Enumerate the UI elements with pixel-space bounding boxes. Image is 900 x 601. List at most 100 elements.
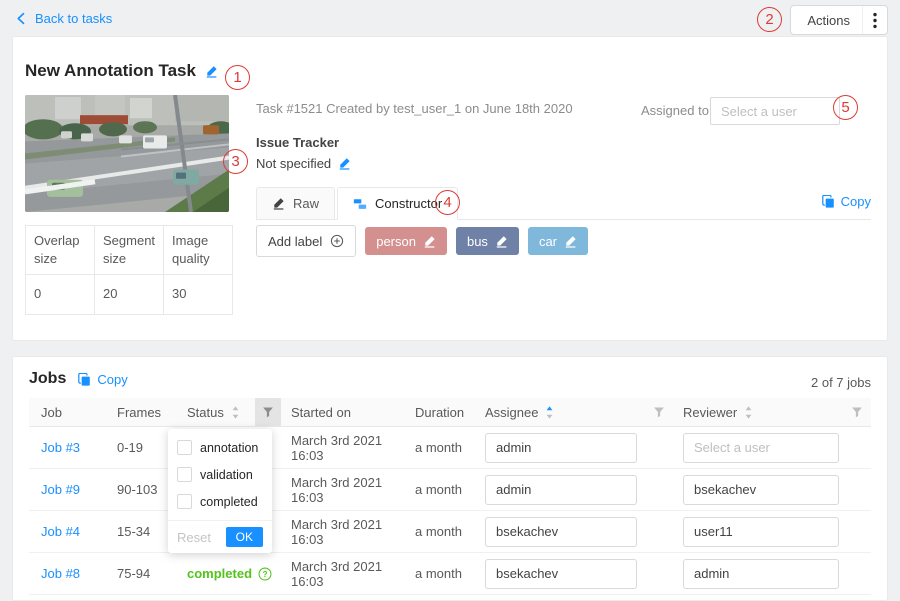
- tab-raw[interactable]: Raw: [256, 187, 335, 220]
- column-assignee[interactable]: Assignee: [479, 398, 673, 426]
- annotation-marker-5: 5: [833, 95, 858, 120]
- started-cell: March 3rd 2021 16:03: [287, 475, 411, 505]
- started-cell: March 3rd 2021 16:03: [287, 559, 411, 589]
- copy-icon: [822, 195, 835, 208]
- question-circle-icon[interactable]: ?: [258, 567, 272, 581]
- edit-label-bus-icon[interactable]: [495, 235, 508, 248]
- plus-circle-icon: [330, 234, 344, 248]
- edit-label-person-icon[interactable]: [423, 235, 436, 248]
- reviewer-input[interactable]: [683, 517, 839, 547]
- job-link[interactable]: Job #4: [29, 524, 113, 539]
- duration-cell: a month: [411, 440, 479, 455]
- duration-cell: a month: [411, 482, 479, 497]
- back-to-tasks-link[interactable]: Back to tasks: [15, 11, 112, 26]
- reviewer-filter-icon[interactable]: [851, 406, 863, 418]
- add-label-text: Add label: [268, 234, 322, 249]
- copy-labels-link[interactable]: Copy: [822, 194, 871, 209]
- jobs-card: Jobs Copy 2 of 7 jobs Job Frames Status …: [12, 356, 888, 601]
- copy-jobs-link[interactable]: Copy: [78, 372, 127, 387]
- column-reviewer-label: Reviewer: [683, 405, 737, 420]
- segment-size-value: 20: [95, 275, 164, 314]
- annotation-marker-2: 2: [757, 7, 782, 32]
- table-row: Job #4 15-34 March 3rd 2021 16:03 a mont…: [29, 511, 871, 553]
- frames-cell: 75-94: [113, 566, 183, 581]
- column-started-on: Started on: [287, 398, 411, 426]
- image-quality-value: 30: [164, 275, 233, 314]
- assignee-input[interactable]: [485, 475, 637, 505]
- filter-option-completed[interactable]: completed: [168, 488, 272, 515]
- label-tag-person[interactable]: person: [365, 227, 447, 255]
- annotation-marker-4: 4: [435, 190, 460, 215]
- actions-label: Actions: [791, 13, 862, 28]
- actions-button[interactable]: Actions: [790, 5, 888, 35]
- overlap-size-value: 0: [26, 275, 95, 314]
- filter-reset-button[interactable]: Reset: [177, 530, 211, 545]
- status-filter-cell[interactable]: [251, 398, 287, 426]
- table-row: Job #3 0-19 March 3rd 2021 16:03 a month: [29, 427, 871, 469]
- table-row: Job #8 75-94 completed ? March 3rd 2021 …: [29, 553, 871, 595]
- more-vertical-icon[interactable]: [862, 6, 887, 34]
- label-tag-car[interactable]: car: [528, 227, 588, 255]
- back-chevron-icon: [15, 12, 28, 25]
- task-parameters-table: Overlap size Segment size Image quality …: [25, 225, 233, 315]
- filter-option-annotation[interactable]: annotation: [168, 434, 272, 461]
- assignee-filter-icon[interactable]: [653, 406, 665, 418]
- assignee-sort-icon[interactable]: [545, 405, 554, 420]
- assignee-input[interactable]: [485, 517, 637, 547]
- job-link[interactable]: Job #9: [29, 482, 113, 497]
- reviewer-input[interactable]: [683, 559, 839, 589]
- column-status-label: Status: [187, 405, 224, 420]
- status-sort-icon[interactable]: [231, 405, 240, 420]
- filter-option-completed-label: completed: [200, 495, 258, 509]
- jobs-table: Job Frames Status Started on Duration As…: [29, 398, 871, 595]
- assigned-to-label: Assigned to: [641, 103, 709, 118]
- image-quality-header: Image quality: [164, 226, 233, 275]
- duration-cell: a month: [411, 524, 479, 539]
- status-completed-text: completed: [187, 566, 252, 581]
- label-car-text: car: [539, 234, 557, 249]
- job-link[interactable]: Job #8: [29, 566, 113, 581]
- svg-text:?: ?: [263, 569, 268, 578]
- assignee-input[interactable]: [485, 433, 637, 463]
- copy-icon: [78, 373, 91, 386]
- add-label-button[interactable]: Add label: [256, 225, 356, 257]
- column-reviewer[interactable]: Reviewer: [673, 398, 871, 426]
- label-bus-text: bus: [467, 234, 488, 249]
- edit-label-car-icon[interactable]: [564, 235, 577, 248]
- segment-size-header: Segment size: [95, 226, 164, 275]
- jobs-table-header: Job Frames Status Started on Duration As…: [29, 398, 871, 427]
- label-tag-bus[interactable]: bus: [456, 227, 519, 255]
- task-meta-text: Task #1521 Created by test_user_1 on Jun…: [256, 101, 573, 116]
- task-assignee-select[interactable]: [710, 97, 840, 125]
- checkbox-annotation[interactable]: [177, 440, 192, 455]
- filter-option-validation-label: validation: [200, 468, 253, 482]
- constructor-blocks-icon: [353, 197, 367, 211]
- reviewer-input[interactable]: [683, 475, 839, 505]
- overlap-size-header: Overlap size: [26, 226, 95, 275]
- column-assignee-label: Assignee: [485, 405, 538, 420]
- filter-ok-button[interactable]: OK: [226, 527, 263, 547]
- status-filter-icon[interactable]: [262, 406, 274, 418]
- job-link[interactable]: Job #3: [29, 440, 113, 455]
- status-filter-dropdown: annotation validation completed Reset OK: [168, 429, 272, 553]
- column-status[interactable]: Status: [183, 398, 251, 426]
- task-preview-image: [25, 95, 229, 212]
- task-title: New Annotation Task: [25, 61, 196, 81]
- filter-option-validation[interactable]: validation: [168, 461, 272, 488]
- reviewer-sort-icon[interactable]: [744, 405, 753, 420]
- raw-edit-icon: [272, 197, 285, 210]
- annotation-marker-1: 1: [225, 65, 250, 90]
- issue-tracker-label: Issue Tracker: [256, 135, 339, 150]
- edit-task-name-icon[interactable]: [205, 65, 218, 78]
- column-duration: Duration: [411, 398, 479, 426]
- assignee-input[interactable]: [485, 559, 637, 589]
- checkbox-completed[interactable]: [177, 494, 192, 509]
- checkbox-validation[interactable]: [177, 467, 192, 482]
- back-to-tasks-label: Back to tasks: [35, 11, 112, 26]
- label-person-text: person: [376, 234, 416, 249]
- copy-label: Copy: [841, 194, 871, 209]
- edit-issue-tracker-icon[interactable]: [338, 157, 351, 170]
- reviewer-input[interactable]: [683, 433, 839, 463]
- copy-jobs-label: Copy: [97, 372, 127, 387]
- table-row: Job #9 90-103 March 3rd 2021 16:03 a mon…: [29, 469, 871, 511]
